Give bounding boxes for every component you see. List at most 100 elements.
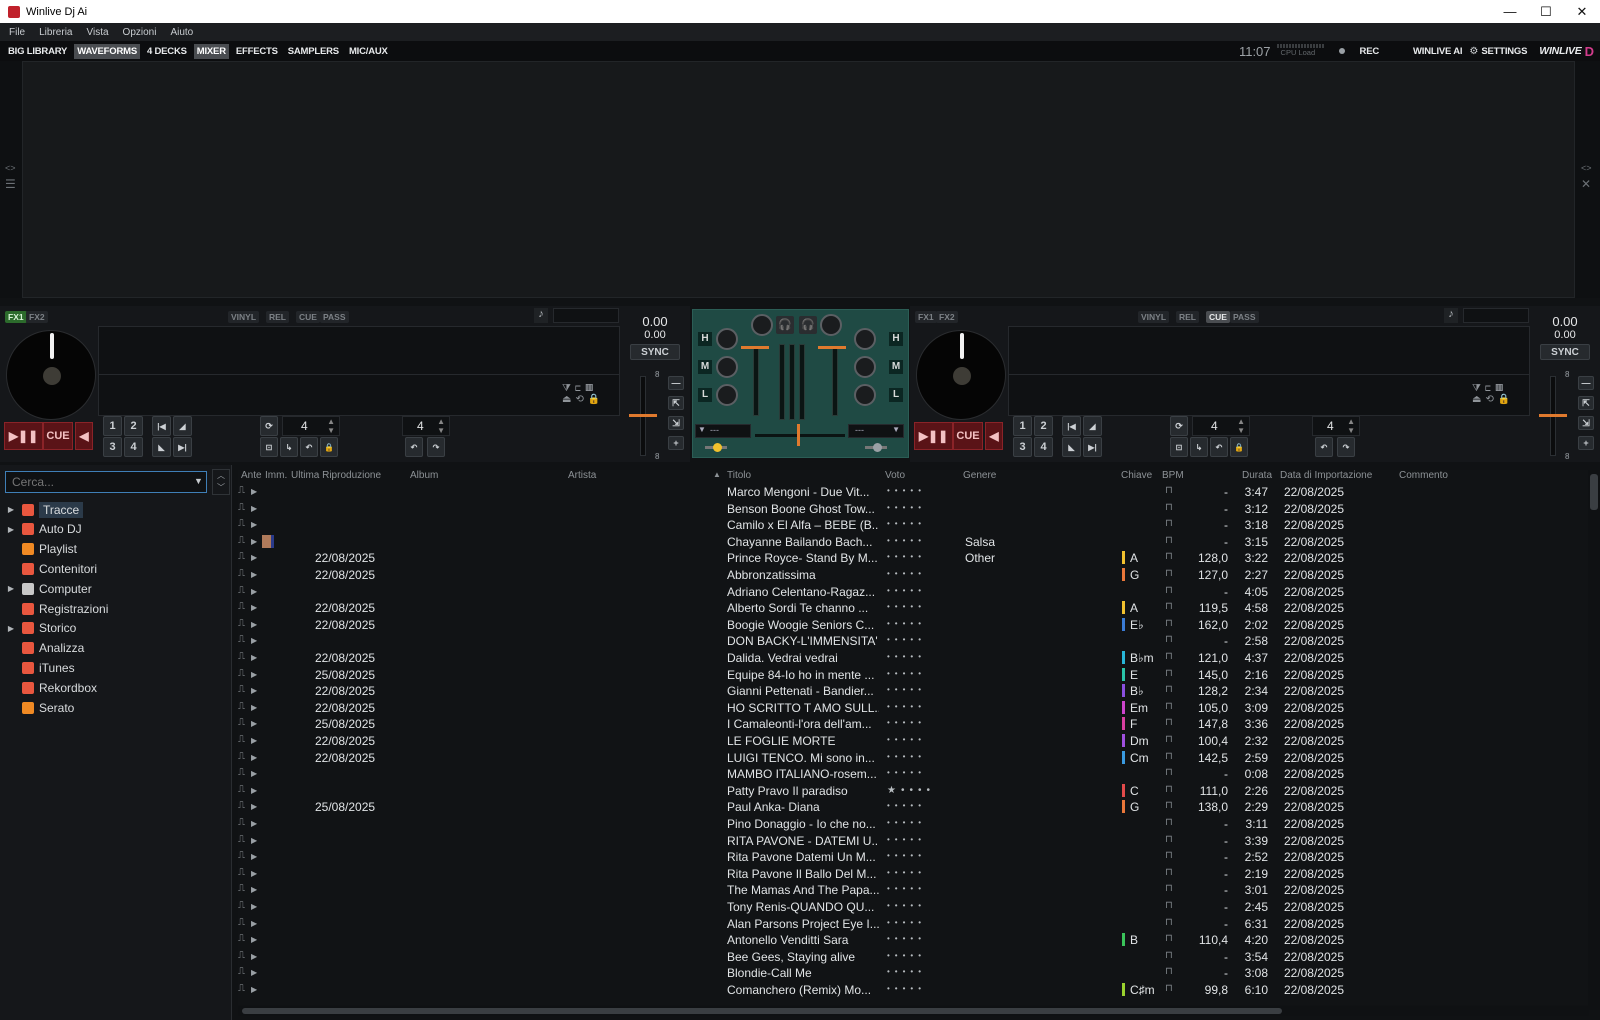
lock-icon[interactable]: ⊓ — [1165, 585, 1173, 596]
crossfader-handle[interactable] — [797, 424, 800, 446]
row-play-icon[interactable]: ▶ — [251, 935, 257, 944]
col-bpm[interactable]: BPM — [1162, 470, 1184, 481]
table-row[interactable]: ⎍ ▶ 22/08/2025 Boogie Woogie Seniors C... ••… — [238, 617, 1589, 634]
menu-opzioni[interactable]: Opzioni — [123, 27, 157, 38]
deck-right-hotcue-2[interactable]: 2 — [1034, 416, 1053, 436]
sidebar-item-computer[interactable]: ▶ Computer — [0, 579, 232, 598]
expand-arrow-icon[interactable]: ▶ — [0, 525, 22, 534]
headphone-preview-icon[interactable]: ⎍ — [238, 668, 245, 679]
sidebar-item-itunes[interactable]: iTunes — [0, 658, 232, 677]
table-row[interactable]: ⎍ ▶ Rita Pavone Datemi Un M... ••••• ⊓ - 2:52 2… — [238, 849, 1589, 866]
lock-icon[interactable]: ⊓ — [1165, 485, 1173, 496]
deck-right-beatjump-back[interactable]: ↶ — [1315, 437, 1333, 457]
deck-right-next-button[interactable]: ▶| — [1083, 437, 1102, 457]
deck-left-plus-button[interactable]: + — [668, 436, 684, 450]
mixer-right-eq-low-knob[interactable] — [854, 384, 876, 406]
lock-icon[interactable]: ⊓ — [1165, 933, 1173, 944]
lock-icon[interactable]: ⊓ — [1165, 983, 1173, 994]
deck-right-cue-mode-button[interactable]: CUE — [1206, 311, 1230, 323]
deck-left-skip-back-button[interactable]: ◢ — [173, 416, 192, 436]
rating-stars[interactable]: ••••• — [887, 619, 926, 628]
deck-right-prev-button[interactable]: ◣ — [1062, 437, 1081, 457]
expand-arrow-icon[interactable]: ▶ — [0, 505, 22, 514]
rating-stars[interactable]: ••••• — [887, 868, 926, 877]
deck-left-play-pause-button[interactable]: ▶❚❚ — [4, 422, 43, 450]
sidebar-item-playlist[interactable]: Playlist — [0, 540, 232, 559]
table-row[interactable]: ⎍ ▶ DON BACKY-L'IMMENSITA' ••••• ⊓ - 2:58 22/08… — [238, 633, 1589, 650]
headphone-preview-icon[interactable]: ⎍ — [238, 917, 245, 928]
deck-left-hotcue-1[interactable]: 1 — [103, 416, 122, 436]
lock-icon[interactable]: ⊓ — [1165, 651, 1173, 662]
col-titolo[interactable]: Titolo — [727, 470, 751, 481]
row-play-icon[interactable]: ▶ — [251, 504, 257, 513]
row-play-icon[interactable]: ▶ — [251, 570, 257, 579]
lock-icon[interactable]: ⊓ — [1165, 850, 1173, 861]
table-row[interactable]: ⎍ ▶ Antonello Venditti Sara ••••• B ⊓ 110,4 4:2… — [238, 932, 1589, 949]
mixer-left-fx-select[interactable]: --- ▼ — [695, 424, 751, 438]
deck-right-reloop[interactable]: ↶ — [1210, 437, 1228, 457]
mixer-right-headphone-icon[interactable]: 🎧 — [799, 316, 817, 334]
row-play-icon[interactable]: ▶ — [251, 537, 257, 546]
headphone-preview-icon[interactable]: ⎍ — [238, 585, 245, 596]
headphone-preview-icon[interactable]: ⎍ — [238, 900, 245, 911]
headphone-preview-icon[interactable]: ⎍ — [238, 867, 245, 878]
deck-right-vinyl-button[interactable]: VINYL — [1138, 311, 1170, 323]
deck-left-loop-lock[interactable]: 🔒 — [320, 437, 338, 457]
deck-left-hotcue-2[interactable]: 2 — [124, 416, 143, 436]
big-library-button[interactable]: BIG LIBRARY — [5, 44, 70, 59]
lock-icon[interactable]: ⊓ — [1165, 800, 1173, 811]
deck-right-skip-back-button[interactable]: ◢ — [1083, 416, 1102, 436]
mixer-left-filter-knob[interactable] — [713, 443, 722, 452]
table-row[interactable]: ⎍ ▶ The Mamas And The Papa... ••••• ⊓ - 3:01 22… — [238, 882, 1589, 899]
table-row[interactable]: ⎍ ▶ 22/08/2025 Dalida. Vedrai vedrai ••••• B♭… — [238, 650, 1589, 667]
deck-left-mini-waveform[interactable] — [98, 374, 620, 416]
row-play-icon[interactable]: ▶ — [251, 620, 257, 629]
table-row[interactable]: ⎍ ▶ Rita Pavone Il Ballo Del M... ••••• ⊓ - 2:… — [238, 866, 1589, 883]
headphone-preview-icon[interactable]: ⎍ — [238, 717, 245, 728]
table-row[interactable]: ⎍ ▶ 22/08/2025 HO SCRITTO T AMO SULL... ••••… — [238, 700, 1589, 717]
lock-icon[interactable]: ⊓ — [1165, 917, 1173, 928]
lock-icon[interactable]: ⊓ — [1165, 817, 1173, 828]
headphone-preview-icon[interactable]: ⎍ — [238, 933, 245, 944]
table-row[interactable]: ⎍ ▶ Patty Pravo Il paradiso ★•••• C ⊓ 111,0 2:… — [238, 783, 1589, 800]
headphone-preview-icon[interactable]: ⎍ — [238, 850, 245, 861]
lock-icon[interactable]: ⊓ — [1165, 883, 1173, 894]
winlive-ai-button[interactable]: WINLIVE AI — [1410, 44, 1465, 59]
headphone-preview-icon[interactable]: ⎍ — [238, 800, 245, 811]
expand-arrow-icon[interactable]: ▶ — [0, 584, 22, 593]
menu-aiuto[interactable]: Aiuto — [170, 27, 193, 38]
crossfader-track[interactable] — [755, 434, 845, 437]
lock-icon[interactable]: ⊓ — [1165, 535, 1173, 546]
mixer-button[interactable]: MIXER — [193, 43, 229, 59]
headphone-preview-icon[interactable]: ⎍ — [238, 983, 245, 994]
rating-stars[interactable]: ★•••• — [887, 785, 935, 796]
deck-right-loop-in[interactable]: ⊡ — [1170, 437, 1188, 457]
lock-icon[interactable]: ⊓ — [1165, 518, 1173, 529]
col-artista[interactable]: Artista — [568, 470, 596, 481]
table-row[interactable]: ⎍ ▶ Blondie-Call Me ••••• ⊓ - 3:08 22/08/2025 — [238, 965, 1589, 982]
menu-lines-icon[interactable]: ☰ — [5, 177, 16, 191]
table-row[interactable]: ⎍ ▶ 22/08/2025 Abbronzatissima ••••• G ⊓ 127,0 2… — [238, 567, 1589, 584]
deck-right-key-field[interactable] — [1463, 308, 1529, 323]
row-play-icon[interactable]: ▶ — [251, 753, 257, 762]
deck-right-jog-wheel[interactable] — [916, 330, 1006, 420]
table-row[interactable]: ⎍ ▶ 22/08/2025 LE FOGLIE MORTE ••••• Dm ⊓ 100,4… — [238, 733, 1589, 750]
table-vertical-scrollbar[interactable] — [1588, 470, 1600, 1010]
mixer-left-headphone-icon[interactable]: 🎧 — [776, 316, 794, 334]
deck-right-minus-button[interactable]: — — [1578, 376, 1594, 390]
lock-icon[interactable]: ⊓ — [1165, 734, 1173, 745]
headphone-preview-icon[interactable]: ⎍ — [238, 535, 245, 546]
sidebar-item-analizza[interactable]: Analizza — [0, 639, 232, 658]
headphone-preview-icon[interactable]: ⎍ — [238, 701, 245, 712]
deck-left-pass-button[interactable]: PASS — [320, 311, 349, 323]
row-play-icon[interactable]: ▶ — [251, 487, 257, 496]
tools-icon[interactable]: ✕ — [1581, 177, 1591, 191]
deck-left-rel-button[interactable]: REL — [266, 311, 289, 323]
menu-file[interactable]: File — [9, 27, 25, 38]
mixer-left-eq-high-knob[interactable] — [716, 328, 738, 350]
search-input[interactable] — [5, 471, 207, 493]
row-play-icon[interactable]: ▶ — [251, 670, 257, 679]
rating-stars[interactable]: ••••• — [887, 735, 926, 744]
table-row[interactable]: ⎍ ▶ Alan Parsons Project Eye I... ••••• ⊓ - 6:… — [238, 916, 1589, 933]
col-ultima-riproduzione[interactable]: Ultima Riproduzione — [291, 470, 381, 481]
